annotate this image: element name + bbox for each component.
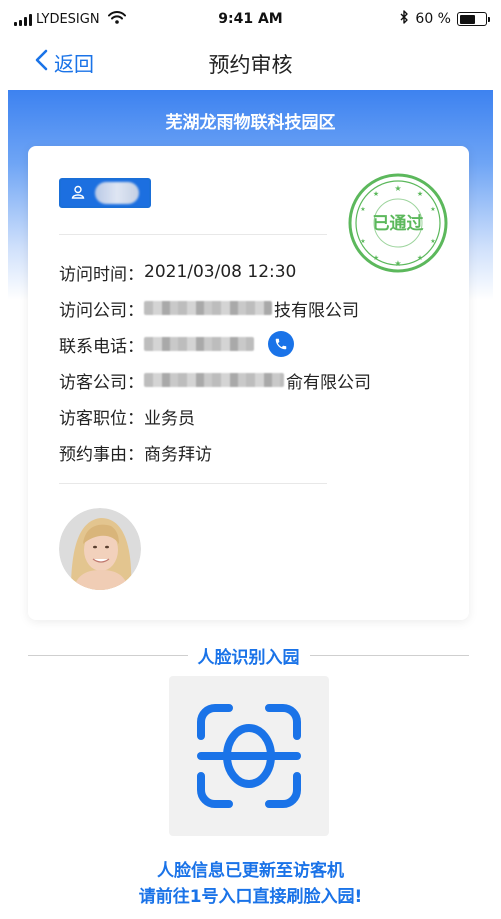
face-recognition-section: 人脸识别入园 — [28, 640, 469, 836]
svg-text:★: ★ — [417, 190, 423, 198]
user-icon — [71, 184, 85, 203]
visitor-avatar — [59, 508, 141, 590]
info-label: 访问时间： — [59, 264, 144, 285]
info-list: 访问时间： 2021/03/08 12:30 访问公司： 技有限公司 联系电话：… — [59, 254, 439, 470]
svg-text:★: ★ — [360, 206, 365, 213]
face-scan-icon — [197, 704, 301, 808]
card-divider-top — [59, 234, 327, 235]
redacted-text — [144, 373, 284, 387]
message-line-2: 请前往1号入口直接刷脸入园! — [138, 887, 363, 907]
info-label: 访问公司： — [59, 300, 144, 321]
svg-text:★: ★ — [360, 238, 365, 245]
stamp-text: 已通过 — [373, 214, 424, 234]
redacted-text — [144, 301, 272, 315]
info-row-visitor-company: 访客公司： 俞有限公司 — [59, 362, 439, 398]
info-row-visit-reason: 预约事由： 商务拜访 — [59, 434, 439, 470]
status-right: 60 % — [400, 10, 490, 28]
info-label: 预约事由： — [59, 444, 144, 465]
svg-text:★: ★ — [430, 238, 435, 245]
info-value: 商务拜访 — [144, 444, 212, 465]
info-value: 业务员 — [144, 408, 195, 429]
info-row-phone: 联系电话： — [59, 326, 439, 362]
info-value: 技有限公司 — [274, 300, 359, 321]
call-button[interactable] — [268, 331, 294, 357]
info-label: 访客公司： — [59, 372, 144, 393]
phone-icon — [275, 338, 287, 350]
visitor-name-redacted — [95, 182, 139, 204]
info-label: 访客职位： — [59, 408, 144, 429]
svg-text:★: ★ — [394, 184, 401, 193]
svg-text:★: ★ — [373, 190, 379, 198]
info-row-visitor-position: 访客职位： 业务员 — [59, 398, 439, 434]
face-recognition-message: 人脸信息已更新至访客机 请前往1号入口直接刷脸入园! — [0, 858, 501, 910]
info-value: 俞有限公司 — [286, 372, 371, 393]
face-scan-box[interactable] — [169, 676, 329, 836]
redacted-phone — [144, 337, 254, 351]
bluetooth-icon — [400, 10, 409, 28]
info-value: 2021/03/08 12:30 — [144, 262, 297, 282]
battery-level — [459, 14, 475, 24]
visitor-badge — [59, 178, 151, 208]
face-recognition-header: 人脸识别入园 — [28, 640, 469, 670]
info-row-visit-company: 访问公司： 技有限公司 — [59, 290, 439, 326]
park-name: 芜湖龙雨物联科技园区 — [165, 113, 336, 133]
message-line-1: 人脸信息已更新至访客机 — [157, 861, 344, 881]
nav-bar: 返回 预约审核 — [0, 40, 501, 90]
info-row-visit-time: 访问时间： 2021/03/08 12:30 — [59, 254, 439, 290]
divider-line — [28, 654, 188, 656]
battery-icon — [457, 12, 490, 26]
svg-text:★: ★ — [430, 206, 435, 213]
battery-percent: 60 % — [415, 11, 451, 27]
info-label: 联系电话： — [59, 336, 144, 357]
card-divider-bottom — [59, 483, 327, 484]
face-recognition-title: 人脸识别入园 — [197, 647, 300, 668]
status-bar: LYDESIGN 9:41 AM 60 % — [0, 0, 501, 40]
appointment-card: ★ ★ ★ ★ ★ ★ ★ ★ ★ ★ 已通过 访问时间： 2021/03/08… — [28, 146, 469, 620]
page-title: 预约审核 — [208, 53, 293, 77]
divider-line — [309, 654, 469, 656]
